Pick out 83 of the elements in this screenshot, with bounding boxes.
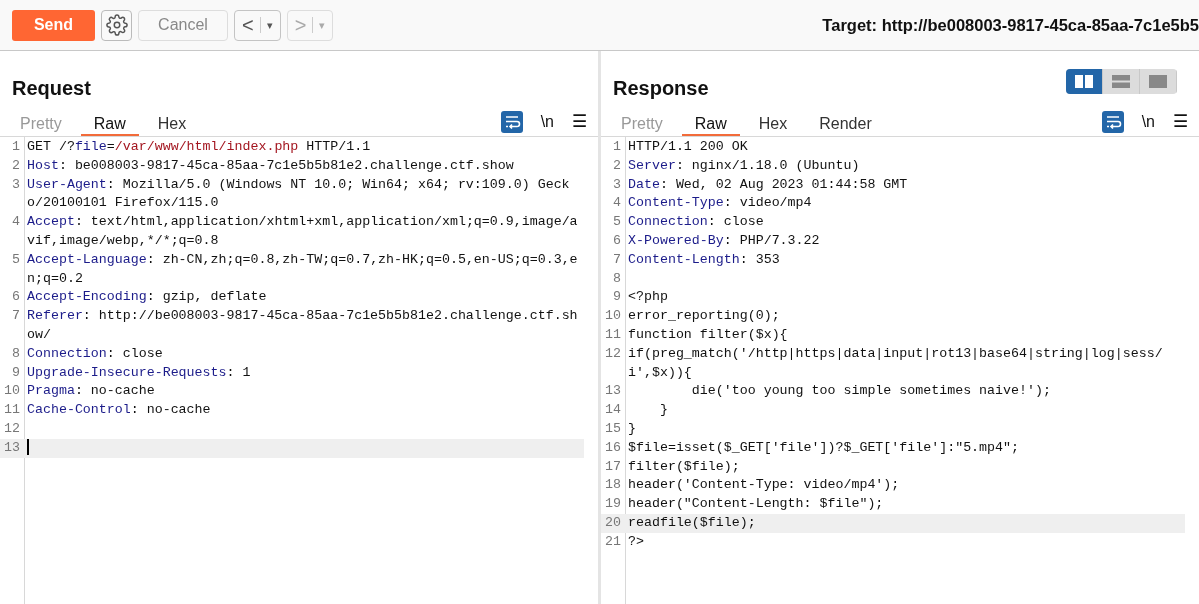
line-number: 8 (11, 344, 20, 363)
single-layout-icon (1149, 75, 1167, 88)
line-number: 16 (604, 438, 621, 457)
line-number: 7 (11, 307, 20, 326)
code-line: Cache-Control: no-cache (27, 401, 212, 420)
code-line: Server: nginx/1.18.0 (Ubuntu) (628, 156, 861, 175)
code-line: filter($file); (628, 457, 741, 476)
line-number: 13 (3, 438, 20, 457)
code-line: Accept-Language: zh-CN,zh;q=0.8,zh-TW;q=0.7,zh-HK;q=0.5,en-US;q=0.3,en;q=0.2 (27, 250, 579, 288)
code-line: header("Content-Length: $file"); (628, 495, 885, 514)
line-number: 12 (604, 344, 621, 363)
target-url: Target: http://be008003-9817-45ca-85aa-7c1e5b5 (822, 14, 1199, 36)
code-line: readfile($file); (628, 513, 757, 532)
code-line: HTTP/1.1 200 OK (628, 138, 749, 156)
newline-toggle[interactable]: \n (540, 112, 554, 132)
line-number: 11 (3, 401, 20, 420)
line-number: 1 (612, 138, 621, 156)
panel-title: Response (613, 76, 709, 101)
code-line: die('too young too simple sometimes naive!'); (690, 382, 1052, 401)
code-line: X-Powered-By: PHP/7.3.22 (628, 232, 821, 250)
line-number: 4 (11, 213, 20, 232)
code-line: Connection: close (628, 213, 765, 232)
line-number: 2 (11, 156, 20, 175)
line-number: 18 (604, 476, 621, 495)
newline-toggle[interactable]: \n (1141, 112, 1155, 132)
code-line: header('Content-Type: video/mp4'); (628, 476, 901, 495)
line-number: 10 (3, 382, 20, 401)
line-number: 14 (604, 401, 621, 420)
wrap-lines-icon[interactable] (500, 111, 523, 133)
code-line: Upgrade-Insecure-Requests: 1 (27, 363, 252, 382)
line-number: 4 (612, 194, 621, 213)
code-line: GET /?file=/var/www/html/index.php HTTP/1.1 (27, 138, 372, 156)
line-number: 9 (11, 363, 20, 382)
line-number: 21 (604, 532, 621, 551)
line-number: 7 (612, 250, 621, 269)
code-line: Connection: close (27, 344, 164, 363)
line-number: 5 (612, 213, 621, 232)
line-number: 15 (604, 419, 621, 438)
line-number: 13 (604, 382, 621, 401)
settings-icon (105, 14, 128, 36)
view-tab[interactable]: Hex (144, 115, 200, 136)
line-number: 11 (604, 325, 621, 344)
columns-layout-button[interactable] (1066, 69, 1103, 94)
settings-button[interactable] (101, 9, 132, 41)
line-number: 6 (11, 288, 20, 307)
code-line: <?php (628, 288, 669, 307)
code-line: Host: be008003-9817-45ca-85aa-7c1e5b5b81e2.challenge.ctf.show (27, 156, 515, 175)
line-number: 3 (11, 175, 20, 194)
code-line: } (628, 419, 637, 438)
line-number: 9 (612, 288, 621, 307)
wrap-lines-icon[interactable] (1101, 111, 1124, 133)
code-line: function filter($x){ (628, 325, 789, 344)
code-line: Date: Wed, 02 Aug 2023 01:44:58 GMT (628, 175, 909, 194)
line-number: 17 (604, 457, 621, 476)
line-number: 3 (612, 175, 621, 194)
panel-title: Request (12, 76, 91, 101)
rows-layout-icon (1112, 75, 1130, 88)
back-history-button[interactable]: < ▾ (234, 9, 281, 41)
code-line: User-Agent: Mozilla/5.0 (Windows NT 10.0; Win64; x64; rv:109.0) Gecko/20100101 Firefox/115.0 (27, 175, 571, 213)
line-number: 10 (604, 307, 621, 326)
code-line: Pragma: no-cache (27, 382, 156, 401)
menu-button[interactable]: ☰ (572, 112, 587, 132)
code-line: Content-Type: video/mp4 (628, 194, 813, 213)
code-line: $file=isset($_GET['file'])?$_GET['file']:"5.mp4"; (628, 438, 1020, 457)
line-number: 8 (612, 269, 621, 288)
code-line: Accept-Encoding: gzip, deflate (27, 288, 268, 307)
code-line: } (658, 401, 669, 420)
code-line: ?> (628, 532, 645, 551)
line-number: 20 (604, 513, 621, 532)
line-number: 2 (612, 156, 621, 175)
code-line: Referer: http://be008003-9817-45ca-85aa-7c1e5b5b81e2.challenge.ctf.show/ (27, 307, 579, 344)
columns-layout-icon (1075, 75, 1093, 88)
code-line: error_reporting(0); (628, 307, 781, 326)
line-number: 6 (612, 232, 621, 250)
line-number: 1 (11, 138, 20, 156)
line-number: 19 (604, 495, 621, 514)
view-tab[interactable]: Hex (745, 115, 801, 136)
line-number: 5 (11, 250, 20, 269)
line-number: 12 (3, 419, 20, 438)
code-line: Accept: text/html,application/xhtml+xml,application/xml;q=0.9,image/avif,image/webp,*/*;q=0.8 (27, 213, 579, 250)
menu-button[interactable]: ☰ (1173, 112, 1188, 132)
code-line: Content-Length: 353 (628, 250, 781, 269)
view-tab[interactable]: Render (806, 115, 885, 136)
